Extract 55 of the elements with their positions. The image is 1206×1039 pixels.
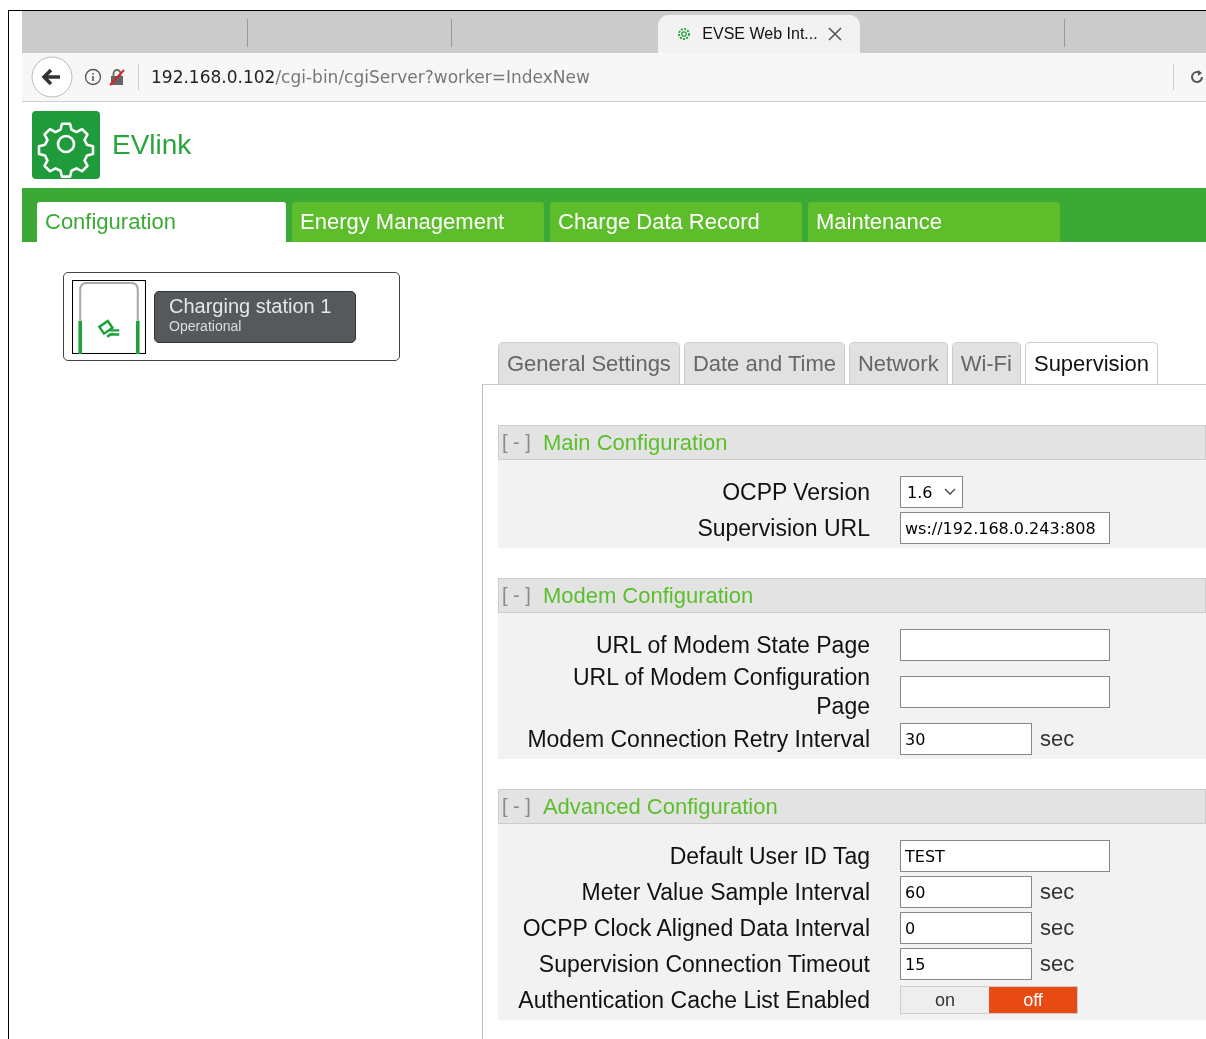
section-title: Modem Configuration bbox=[542, 582, 754, 609]
collapse-toggle[interactable]: [ - ] bbox=[502, 795, 531, 818]
field-label: URL of Modem State Page bbox=[595, 630, 870, 660]
collapse-toggle[interactable]: [ - ] bbox=[502, 584, 531, 607]
settings-tab[interactable]: Date and Time bbox=[683, 342, 845, 384]
station-name: Charging station 1 bbox=[169, 294, 333, 318]
unit-label: sec bbox=[1040, 915, 1075, 941]
reload-icon[interactable] bbox=[1188, 68, 1206, 86]
field-label: Meter Value Sample Interval bbox=[580, 877, 870, 907]
gear-icon bbox=[676, 26, 693, 42]
on-off-switch[interactable]: on off bbox=[900, 986, 1078, 1014]
caret-icon bbox=[944, 488, 957, 496]
input-field[interactable] bbox=[900, 676, 1110, 708]
field-label: Supervision Connection Timeout bbox=[537, 949, 870, 979]
unit-label: sec bbox=[1040, 726, 1075, 752]
settings-tab[interactable]: Supervision bbox=[1024, 342, 1158, 384]
gear-logo-icon bbox=[32, 111, 100, 179]
input-field[interactable]: 0 bbox=[900, 912, 1032, 944]
station-card[interactable]: Charging station 1 Operational bbox=[63, 272, 400, 361]
back-button[interactable] bbox=[30, 55, 74, 99]
nav-tab[interactable]: Maintenance bbox=[808, 202, 1060, 242]
field-label: OCPP Clock Aligned Data Interval bbox=[521, 913, 870, 943]
section-header[interactable]: [ - ] Modem Configuration bbox=[498, 578, 1206, 613]
section-title: Main Configuration bbox=[542, 429, 728, 456]
input-field[interactable] bbox=[900, 629, 1110, 661]
nav-tab[interactable]: Charge Data Record bbox=[550, 202, 802, 242]
collapse-toggle[interactable]: [ - ] bbox=[502, 431, 531, 454]
settings-tab[interactable]: Wi-Fi bbox=[951, 342, 1021, 384]
settings-tab[interactable]: Network bbox=[848, 342, 948, 384]
section-title: Advanced Configuration bbox=[542, 793, 778, 820]
field-label: Default User ID Tag bbox=[668, 841, 870, 871]
info-icon[interactable] bbox=[84, 68, 102, 86]
unit-label: sec bbox=[1040, 879, 1075, 905]
input-field[interactable]: 60 bbox=[900, 876, 1032, 908]
field-label: Modem Connection Retry Interval bbox=[526, 724, 870, 754]
field-label: Supervision URL bbox=[696, 513, 870, 543]
close-icon[interactable] bbox=[827, 27, 842, 41]
app-name: EVlink bbox=[112, 129, 192, 161]
section-header[interactable]: [ - ] Main Configuration bbox=[498, 425, 1206, 460]
version-select[interactable]: 1.6 bbox=[900, 476, 964, 508]
input-field[interactable]: 30 bbox=[900, 723, 1032, 755]
nav-tab[interactable]: Configuration bbox=[37, 202, 286, 242]
station-status: Operational bbox=[169, 317, 243, 334]
field-label: URL of Modem Configuration Page bbox=[572, 663, 870, 721]
nav-tab[interactable]: Energy Management bbox=[292, 202, 544, 242]
insecure-lock-icon[interactable] bbox=[108, 68, 126, 86]
field-label: OCPP Version bbox=[721, 477, 870, 507]
field-label: Authentication Cache List Enabled bbox=[517, 985, 870, 1015]
section-header[interactable]: [ - ] Advanced Configuration bbox=[498, 789, 1206, 824]
input-field[interactable]: TEST bbox=[900, 840, 1110, 872]
browser-tab[interactable]: EVSE Web Int... bbox=[658, 15, 860, 53]
input-field[interactable]: 15 bbox=[900, 948, 1032, 980]
unit-label: sec bbox=[1040, 951, 1075, 977]
input-field[interactable]: ws://192.168.0.243:808 bbox=[900, 512, 1110, 544]
settings-tab[interactable]: General Settings bbox=[498, 342, 680, 384]
